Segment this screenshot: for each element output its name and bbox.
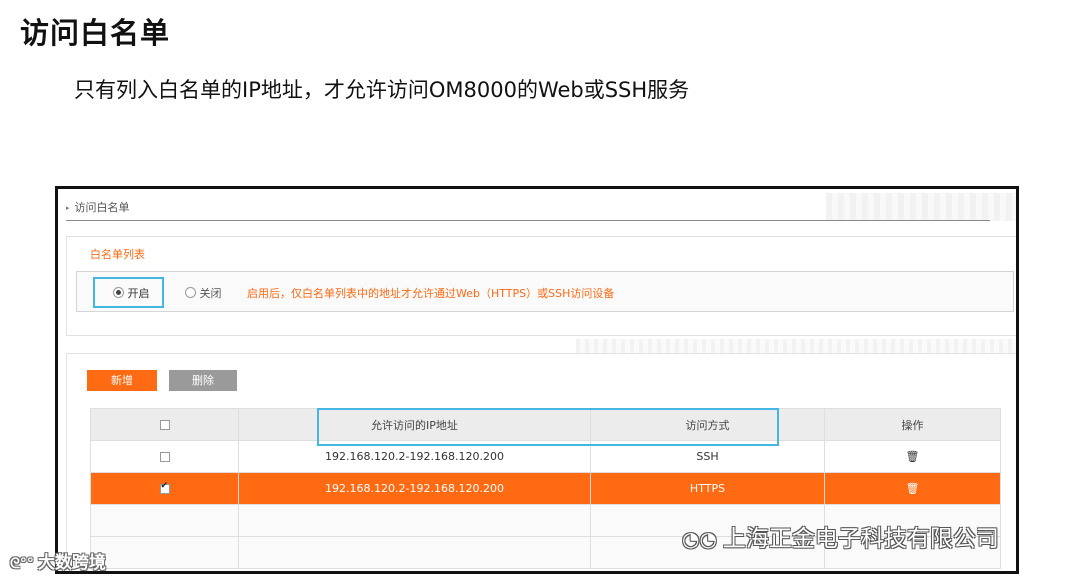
wechat-icon: ᘓ°°: [10, 556, 34, 572]
slide-title: 访问白名单: [20, 16, 171, 50]
actions-cell: 🗑: [824, 440, 1001, 473]
breadcrumb-label: 访问白名单: [74, 201, 130, 214]
row-checkbox[interactable]: [159, 481, 170, 494]
disable-radio-label: 关闭: [199, 287, 222, 300]
ui-screenshot: ▸ 访问白名单 白名单列表 开启 关闭 启用后，仅白名单列表中的地址才允许通过We…: [55, 186, 1019, 574]
highlight-box-columns: [317, 408, 779, 446]
disable-radio-option[interactable]: 关闭: [185, 285, 222, 301]
actions-cell: 🗑: [824, 472, 1001, 505]
header-decoration: [826, 193, 1016, 221]
row-select-cell: [90, 440, 239, 473]
highlight-box-enable: [93, 277, 164, 308]
slide-subtitle: 只有列入白名单的IP地址，才允许访问OM8000的Web或SSH服务: [74, 78, 690, 102]
watermark-company-label: 上海正金电子科技有限公司: [722, 526, 999, 552]
header-actions: 操作: [824, 408, 1001, 441]
list-section-title: 白名单列表: [90, 248, 145, 261]
breadcrumb: ▸ 访问白名单: [66, 199, 130, 215]
wechat-icon: ◔◔: [682, 527, 717, 551]
method-cell: HTTPS: [590, 472, 825, 505]
select-all-header: [90, 408, 239, 441]
trash-icon[interactable]: 🗑: [906, 450, 920, 463]
table-row[interactable]: 192.168.120.2-192.168.120.200 HTTPS 🗑: [90, 472, 1001, 505]
row-select-cell: [90, 472, 239, 505]
watermark-brand-label: 大数跨境: [37, 553, 106, 573]
radio-unchecked-icon[interactable]: [185, 287, 196, 298]
add-button[interactable]: 新增: [87, 370, 157, 391]
delete-button[interactable]: 删除: [169, 370, 237, 391]
enable-option-row: 开启 关闭 启用后，仅白名单列表中的地址才允许通过Web（HTTPS）或SSH访…: [76, 271, 1014, 312]
ip-cell: 192.168.120.2-192.168.120.200: [238, 472, 591, 505]
enable-hint-text: 启用后，仅白名单列表中的地址才允许通过Web（HTTPS）或SSH访问设备: [247, 287, 615, 300]
trash-icon[interactable]: 🗑: [906, 482, 920, 495]
whitelist-settings-panel: 白名单列表 开启 关闭 启用后，仅白名单列表中的地址才允许通过Web（HTTPS…: [66, 236, 1016, 336]
watermark-company: ◔◔ 上海正金电子科技有限公司: [682, 519, 999, 553]
breadcrumb-divider: [66, 220, 990, 221]
row-checkbox[interactable]: [159, 452, 170, 462]
triangle-right-icon: ▸: [66, 204, 70, 212]
watermark-brand: ᘓ°° 大数跨境: [10, 548, 106, 573]
select-all-checkbox[interactable]: [159, 420, 170, 430]
